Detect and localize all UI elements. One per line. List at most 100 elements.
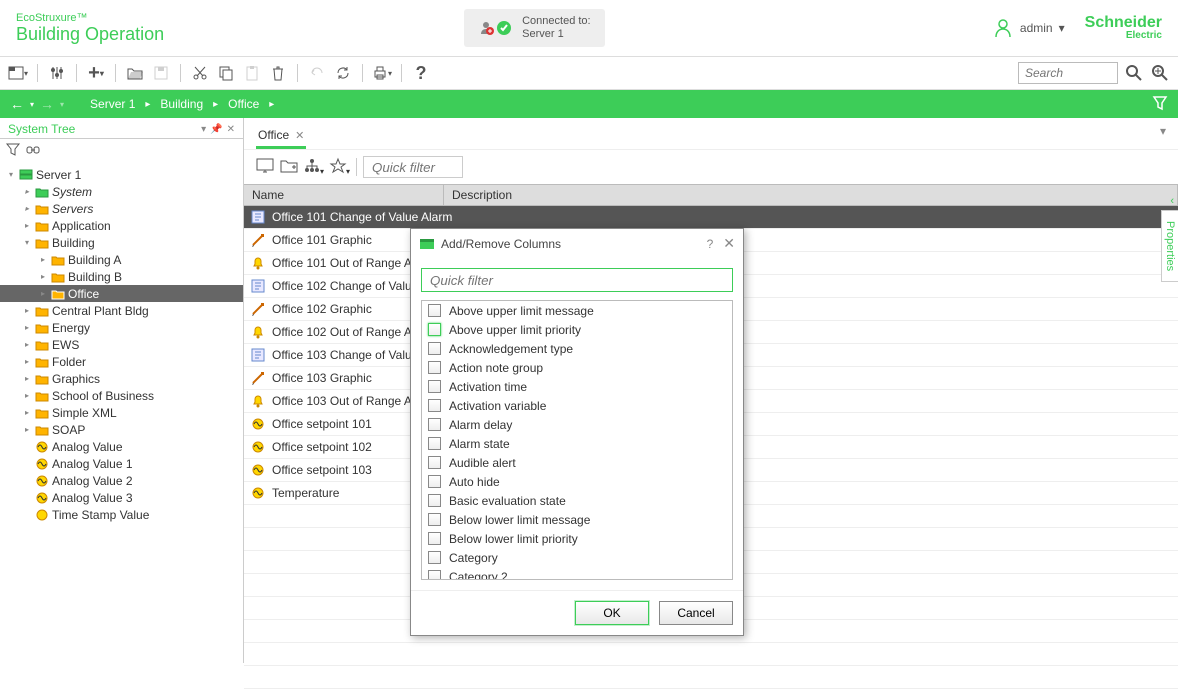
- tree-node[interactable]: ▸EWS: [0, 336, 243, 353]
- column-option[interactable]: Acknowledgement type: [422, 339, 732, 358]
- content-tab[interactable]: Office ✕: [256, 124, 306, 149]
- column-option[interactable]: Alarm state: [422, 434, 732, 453]
- tree-node[interactable]: ▸Servers: [0, 200, 243, 217]
- filter-icon[interactable]: [1152, 95, 1168, 114]
- column-option[interactable]: Basic evaluation state: [422, 491, 732, 510]
- breadcrumb-item[interactable]: Server 1: [86, 97, 139, 111]
- dialog-column-list[interactable]: Above upper limit messageAbove upper lim…: [421, 300, 733, 580]
- tree-node[interactable]: ▸Building B: [0, 268, 243, 285]
- view-favorites-icon[interactable]: ▾: [330, 158, 350, 177]
- view-hierarchy-icon[interactable]: ▾: [304, 158, 324, 177]
- checkbox-icon[interactable]: [428, 418, 441, 431]
- checkbox-icon[interactable]: [428, 551, 441, 564]
- copy-button[interactable]: [216, 63, 236, 83]
- column-option[interactable]: Activation time: [422, 377, 732, 396]
- nav-back-button[interactable]: ←: [10, 96, 24, 112]
- panel-dropdown-icon[interactable]: ▾: [201, 124, 206, 135]
- tree-node[interactable]: Analog Value 3: [0, 489, 243, 506]
- search-icon[interactable]: [1124, 63, 1144, 83]
- dialog-quick-filter[interactable]: [421, 268, 733, 292]
- search-input[interactable]: [1018, 62, 1118, 84]
- tree-view[interactable]: ▾Server 1▸System▸Servers▸Application▾Bui…: [0, 164, 243, 663]
- help-button[interactable]: ?: [411, 63, 431, 83]
- nav-forward-button[interactable]: →: [40, 96, 54, 112]
- tree-node[interactable]: ▾Building: [0, 234, 243, 251]
- grid-row[interactable]: Office 101 Change of Value Alarm: [244, 206, 1178, 229]
- checkbox-icon[interactable]: [428, 513, 441, 526]
- checkbox-icon[interactable]: [428, 494, 441, 507]
- save-button[interactable]: [151, 63, 171, 83]
- paste-button[interactable]: [242, 63, 262, 83]
- checkbox-icon[interactable]: [428, 323, 441, 336]
- window-layout-button[interactable]: ▾: [8, 63, 28, 83]
- tree-node[interactable]: ▸Building A: [0, 251, 243, 268]
- panel-close-icon[interactable]: ✕: [227, 124, 235, 135]
- tree-node[interactable]: ▸SOAP: [0, 421, 243, 438]
- tree-filter-icon[interactable]: [6, 143, 20, 160]
- tree-node[interactable]: ▸Folder: [0, 353, 243, 370]
- column-option[interactable]: Above upper limit priority: [422, 320, 732, 339]
- print-button[interactable]: ▾: [372, 63, 392, 83]
- checkbox-icon[interactable]: [428, 532, 441, 545]
- tree-node[interactable]: ▸Office: [0, 285, 243, 302]
- tree-node[interactable]: ▸Application: [0, 217, 243, 234]
- column-option[interactable]: Alarm delay: [422, 415, 732, 434]
- checkbox-icon[interactable]: [428, 304, 441, 317]
- column-option[interactable]: Activation variable: [422, 396, 732, 415]
- dialog-close-button[interactable]: ✕: [723, 235, 735, 252]
- app-header: EcoStruxure™ Building Operation Connecte…: [0, 0, 1178, 56]
- cancel-button[interactable]: Cancel: [659, 601, 733, 625]
- breadcrumb-item[interactable]: Office: [224, 97, 263, 111]
- column-option[interactable]: Below lower limit priority: [422, 529, 732, 548]
- user-menu[interactable]: admin ▾: [992, 17, 1065, 39]
- checkbox-icon[interactable]: [428, 380, 441, 393]
- tree-node[interactable]: ▾Server 1: [0, 166, 243, 183]
- checkbox-icon[interactable]: [428, 437, 441, 450]
- tree-node[interactable]: Analog Value: [0, 438, 243, 455]
- ok-button[interactable]: OK: [575, 601, 649, 625]
- checkbox-icon[interactable]: [428, 456, 441, 469]
- content-quick-filter[interactable]: [363, 156, 463, 178]
- open-button[interactable]: [125, 63, 145, 83]
- column-option[interactable]: Below lower limit message: [422, 510, 732, 529]
- checkbox-icon[interactable]: [428, 361, 441, 374]
- new-button[interactable]: +▾: [86, 63, 106, 83]
- column-description[interactable]: Description: [444, 185, 1178, 205]
- tree-node[interactable]: Analog Value 2: [0, 472, 243, 489]
- view-monitor-icon[interactable]: [256, 158, 274, 177]
- undo-button[interactable]: [307, 63, 327, 83]
- cut-button[interactable]: [190, 63, 210, 83]
- properties-expand-icon[interactable]: ‹: [1170, 195, 1174, 207]
- column-option[interactable]: Above upper limit message: [422, 301, 732, 320]
- column-option[interactable]: Category: [422, 548, 732, 567]
- panel-pin-icon[interactable]: 📌: [210, 124, 222, 135]
- tree-node[interactable]: ▸School of Business: [0, 387, 243, 404]
- tab-overflow-icon[interactable]: ▾: [1160, 124, 1166, 149]
- tree-node[interactable]: Time Stamp Value: [0, 506, 243, 523]
- tree-node[interactable]: ▸Simple XML: [0, 404, 243, 421]
- column-option[interactable]: Auto hide: [422, 472, 732, 491]
- checkbox-icon[interactable]: [428, 475, 441, 488]
- column-name[interactable]: Name: [244, 185, 444, 205]
- checkbox-icon[interactable]: [428, 570, 441, 580]
- settings-button[interactable]: [47, 63, 67, 83]
- checkbox-icon[interactable]: [428, 399, 441, 412]
- refresh-button[interactable]: [333, 63, 353, 83]
- search-advanced-icon[interactable]: [1150, 63, 1170, 83]
- column-option[interactable]: Category 2: [422, 567, 732, 580]
- properties-panel-tab[interactable]: Properties: [1161, 210, 1178, 282]
- tree-node[interactable]: ▸Energy: [0, 319, 243, 336]
- checkbox-icon[interactable]: [428, 342, 441, 355]
- tree-node[interactable]: Analog Value 1: [0, 455, 243, 472]
- view-folder-icon[interactable]: [280, 158, 298, 177]
- dialog-help-button[interactable]: ?: [707, 237, 714, 251]
- tab-close-icon[interactable]: ✕: [295, 129, 304, 142]
- tree-node[interactable]: ▸Central Plant Bldg: [0, 302, 243, 319]
- delete-button[interactable]: [268, 63, 288, 83]
- tree-node[interactable]: ▸Graphics: [0, 370, 243, 387]
- column-option[interactable]: Audible alert: [422, 453, 732, 472]
- breadcrumb-item[interactable]: Building: [156, 97, 207, 111]
- tree-link-icon[interactable]: [26, 143, 40, 160]
- column-option[interactable]: Action note group: [422, 358, 732, 377]
- tree-node[interactable]: ▸System: [0, 183, 243, 200]
